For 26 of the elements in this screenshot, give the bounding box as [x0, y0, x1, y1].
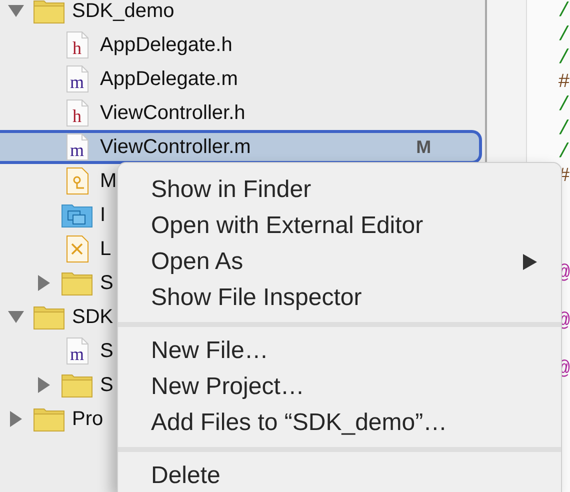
file-name: SDK [72, 305, 114, 330]
file-name: L [100, 237, 112, 262]
code-text: / [558, 141, 570, 164]
file-name: S [100, 373, 114, 398]
file-name: M [100, 169, 117, 194]
code-text: / [558, 0, 570, 23]
code-text: / [558, 24, 570, 46]
file-name: S [100, 339, 114, 364]
file-name: AppDelegate.h [100, 33, 232, 58]
file-name: S [100, 271, 114, 296]
file-name: ViewController.m [100, 135, 251, 160]
status-letter: M [416, 136, 432, 158]
code-text: / [558, 47, 570, 70]
file-name: Pro [72, 407, 104, 432]
file-name: SDK_demo [72, 0, 174, 24]
file-name: I [100, 203, 106, 228]
source-file-icon: m [65, 65, 89, 93]
file-name: ViewController.h [100, 101, 246, 126]
code-text: / [558, 94, 570, 117]
source-file-icon: m [65, 133, 89, 161]
file-name: AppDelegate.m [100, 67, 238, 92]
header-file-icon: h [65, 31, 89, 59]
code-text: # [558, 70, 570, 94]
source-file-icon: m [65, 337, 89, 365]
code-text: / [558, 118, 570, 140]
header-file-icon: h [65, 99, 89, 127]
